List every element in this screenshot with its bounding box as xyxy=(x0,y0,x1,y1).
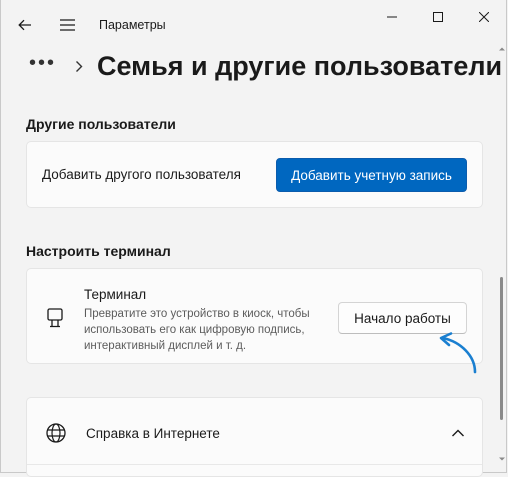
annotation-arrow-icon xyxy=(439,332,477,374)
kiosk-icon xyxy=(47,308,63,328)
section-title-other-users: Другие пользователи xyxy=(26,116,176,132)
section-title-kiosk: Настроить терминал xyxy=(26,243,171,259)
breadcrumb-chevron-icon xyxy=(75,60,83,73)
breadcrumb-more-button[interactable]: ••• xyxy=(29,53,63,73)
chevron-up-icon[interactable] xyxy=(450,426,466,440)
hamburger-icon xyxy=(59,19,75,31)
kiosk-title: Терминал xyxy=(84,287,147,302)
add-user-label: Добавить другого пользователя xyxy=(42,167,241,182)
divider xyxy=(27,464,482,465)
breadcrumb: ••• Семья и другие пользователи xyxy=(29,44,502,88)
other-users-card: Добавить другого пользователя Добавить у… xyxy=(26,141,483,208)
scrollbar[interactable] xyxy=(497,44,507,470)
close-icon xyxy=(479,12,489,22)
help-card: Справка в Интернете xyxy=(26,397,483,477)
window-title: Параметры xyxy=(99,18,166,32)
nav-menu-button[interactable] xyxy=(53,12,81,38)
settings-window: Параметры ••• Семья и другие пользовател… xyxy=(0,0,507,477)
minimize-icon xyxy=(387,16,397,18)
help-title[interactable]: Справка в Интернете xyxy=(86,426,220,441)
kiosk-description: Превратите это устройство в киоск, чтобы… xyxy=(84,308,310,352)
scroll-down-icon[interactable] xyxy=(497,454,507,464)
page-title: Семья и другие пользователи xyxy=(97,50,503,81)
get-started-button[interactable]: Начало работы xyxy=(338,302,467,334)
kiosk-card: Терминал Превратите это устройство в кио… xyxy=(26,268,483,364)
title-bar: Параметры xyxy=(1,0,507,48)
back-arrow-icon xyxy=(18,19,31,31)
maximize-button[interactable] xyxy=(415,0,461,34)
back-button[interactable] xyxy=(11,12,39,38)
maximize-icon xyxy=(433,12,443,22)
scrollbar-thumb[interactable] xyxy=(500,277,503,420)
scroll-up-icon[interactable] xyxy=(497,44,507,54)
minimize-button[interactable] xyxy=(369,0,415,34)
globe-icon xyxy=(46,423,66,443)
add-account-button[interactable]: Добавить учетную запись xyxy=(276,158,467,192)
close-button[interactable] xyxy=(461,0,507,34)
